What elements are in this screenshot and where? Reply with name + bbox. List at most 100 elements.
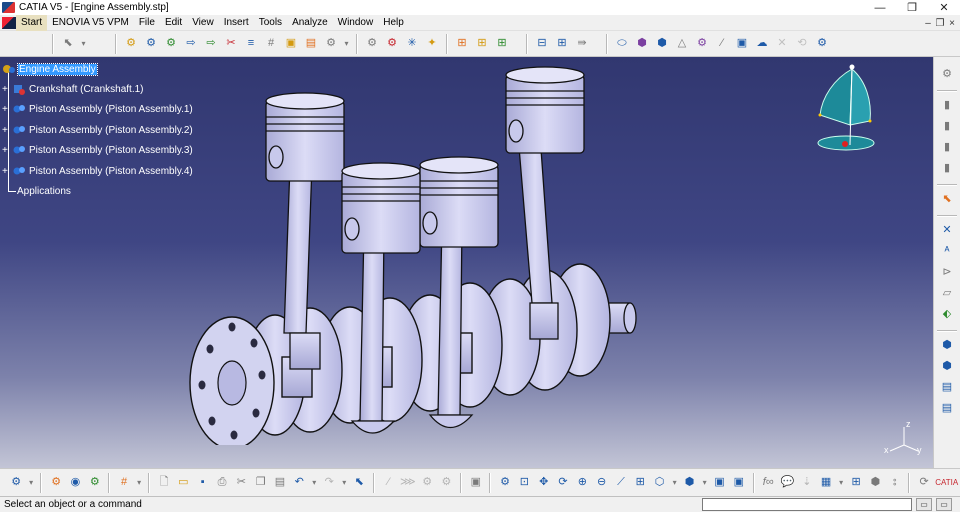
bill-of-material-icon[interactable]: ⬭ [614,35,631,52]
minimize-button[interactable]: — [864,0,896,15]
compass-icon[interactable] [812,63,880,155]
explode-scene-icon[interactable]: ▤ [939,400,956,417]
reuse-pattern-icon[interactable]: ⇛ [574,35,591,52]
fix-together-icon[interactable]: ▮ [939,118,956,135]
table-dropdown-icon[interactable]: ▾ [837,474,845,491]
fly-mode-icon[interactable]: ⚙ [497,474,513,491]
manipulation-icon[interactable]: ⚙ [364,35,381,52]
select-arrow-icon[interactable]: ⬉ [939,191,956,208]
create-multi-view-icon[interactable]: ⊞ [632,474,648,491]
measure-item-icon[interactable]: ▣ [734,35,751,52]
measure-inertia-icon[interactable]: ☁ [754,35,771,52]
selective-load-icon[interactable]: ▣ [283,35,300,52]
measure-icon[interactable]: ⬢ [634,35,651,52]
3d-viewport[interactable]: Engine Assembly + Crankshaft (Crankshaft… [0,57,933,468]
menu-tools[interactable]: Tools [254,15,287,31]
menu-analyze[interactable]: Analyze [287,15,333,31]
doc-close-button[interactable]: × [946,18,958,29]
manage-representations-icon[interactable]: ▤ [303,35,320,52]
menu-file[interactable]: File [134,15,160,31]
view-annotation-plane-icon[interactable]: ▱ [939,285,956,302]
doc-minimize-button[interactable]: – [922,18,934,29]
shading-icon[interactable]: ⬢ [681,474,697,491]
select-dropdown-icon[interactable]: ▾ [80,35,88,52]
copy-icon[interactable]: ❐ [252,474,268,491]
scenes-icon[interactable]: ⬢ [939,337,956,354]
graph-tree-reordering-icon[interactable]: ≡ [243,35,260,52]
tree-item-piston-assembly-2[interactable]: + Piston Assembly (Piston Assembly.2) [2,123,194,137]
redo-dropdown-icon[interactable]: ▾ [340,474,348,491]
flag-note-icon[interactable]: ⊳ [939,264,956,281]
expand-icon[interactable]: + [2,125,12,136]
menu-insert[interactable]: Insert [219,15,254,31]
comment-icon[interactable]: 💬 [779,474,795,491]
menu-enovia[interactable]: ENOVIA V5 VPM [47,15,134,31]
menu-view[interactable]: View [187,15,219,31]
pan-icon[interactable]: ✥ [536,474,552,491]
swap-visible-space-icon[interactable]: ▣ [731,474,747,491]
workbench-dropdown-icon[interactable]: ▾ [27,474,35,491]
start-logo-icon[interactable] [2,16,16,29]
tree-item-crankshaft[interactable]: + Crankshaft (Crankshaft.1) [2,82,145,96]
restore-button[interactable]: ❐ [896,0,928,15]
replace-component-icon[interactable]: ✂ [223,35,240,52]
snap-icon[interactable]: ⚙ [384,35,401,52]
sectioning-icon[interactable]: △ [674,35,691,52]
fix-constraint-icon[interactable]: ▮ [939,97,956,114]
product-icon[interactable]: ⚙ [123,35,140,52]
grid-dropdown-icon[interactable]: ▾ [135,474,143,491]
formula-icon[interactable]: f∞ [760,474,776,491]
menu-start[interactable]: Start [16,14,48,31]
law-icon[interactable]: ⬢ [867,474,883,491]
gear-workbench-icon[interactable]: ⚙ [939,66,956,83]
expand-icon[interactable]: + [2,104,12,115]
update-icon[interactable]: ⊟ [534,35,551,52]
open-file-icon[interactable]: ▭ [175,474,191,491]
enhanced-scene-icon[interactable]: ⬢ [939,358,956,375]
save-icon[interactable]: ▪ [195,474,211,491]
tree-item-applications[interactable]: Applications [16,184,72,198]
photo-studio-icon[interactable]: ▣ [468,474,484,491]
stop-manipulate-on-clash-icon[interactable]: ✦ [424,35,441,52]
multi-instantiation-icon[interactable]: ⚙ [323,35,340,52]
tree-item-piston-assembly-1[interactable]: + Piston Assembly (Piston Assembly.1) [2,102,194,116]
apply-scene-icon[interactable]: ▤ [939,379,956,396]
power-input-button[interactable]: ▭ [936,498,952,511]
update-all-icon[interactable]: ⟳ [916,474,932,491]
explode-icon[interactable]: ✳ [404,35,421,52]
engine-model[interactable] [180,65,650,445]
catalog-browser-icon[interactable]: ⚙ [48,474,64,491]
tree-item-piston-assembly-4[interactable]: + Piston Assembly (Piston Assembly.4) [2,164,194,178]
expand-icon[interactable]: + [2,166,12,177]
quick-constraint-icon[interactable]: ▮ [939,139,956,156]
annotation-icon[interactable]: ✕ [939,222,956,239]
rotate-icon[interactable]: ⟳ [555,474,571,491]
fit-all-in-icon[interactable]: ⊡ [516,474,532,491]
tree-item-engine-assembly[interactable]: Engine Assembly [2,62,98,76]
undo-dropdown-icon[interactable]: ▾ [310,474,318,491]
menu-help[interactable]: Help [378,15,409,31]
whats-this-icon[interactable]: ⬉ [351,474,367,491]
new-file-icon[interactable]: 🗋 [156,474,172,491]
coincidence-constraint-icon[interactable]: ⊞ [454,35,471,52]
multi-instantiation-dropdown-icon[interactable]: ▾ [343,35,351,52]
part-icon[interactable]: ⚙ [163,35,180,52]
expand-icon[interactable]: + [2,84,12,95]
paste-icon[interactable]: ▤ [272,474,288,491]
shading-dropdown-icon[interactable]: ▾ [701,474,709,491]
distance-band-icon[interactable]: ⚙ [694,35,711,52]
split-icon[interactable]: ⊞ [554,35,571,52]
doc-restore-button[interactable]: ❐ [934,18,946,29]
weld-icon[interactable]: ⬖ [939,306,956,323]
component-icon[interactable]: ⚙ [143,35,160,52]
catia-app-icon[interactable] [2,2,15,13]
menu-window[interactable]: Window [333,15,379,31]
design-table-icon[interactable]: ⊞ [848,474,864,491]
parameter-icon[interactable]: ⦂ [887,474,903,491]
existing-with-positioning-icon[interactable]: ⇨ [203,35,220,52]
select-icon[interactable]: ⬉ [60,35,77,52]
command-input[interactable] [702,498,912,511]
workbench-icon[interactable]: ⚙ [8,474,24,491]
table-icon[interactable]: ▦ [818,474,834,491]
zoom-out-icon[interactable]: ⊖ [594,474,610,491]
